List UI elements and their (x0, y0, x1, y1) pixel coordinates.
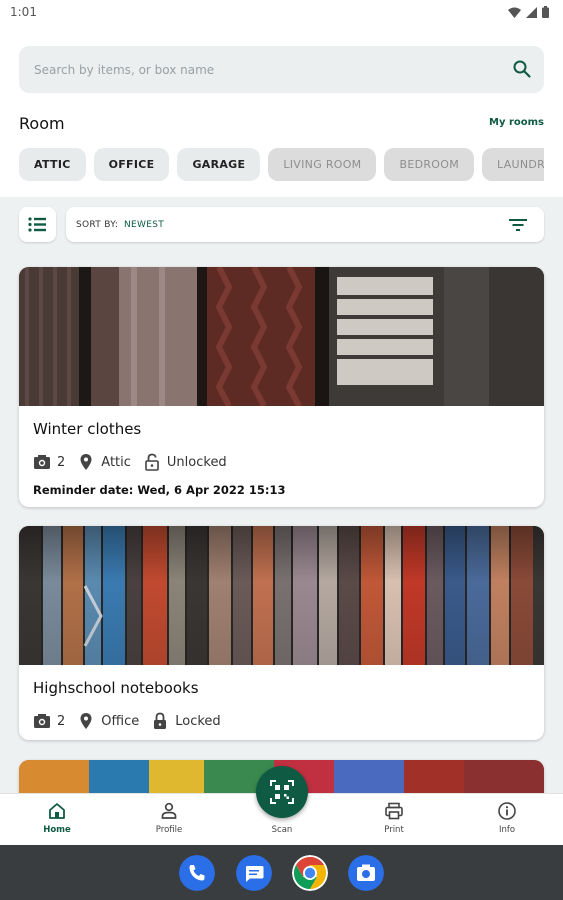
status-time: 1:01 (10, 5, 37, 19)
battery-icon (542, 6, 549, 18)
list-icon (28, 217, 46, 232)
box-title: Highschool notebooks (33, 679, 199, 697)
chip-office[interactable]: OFFICE (93, 148, 170, 181)
nav-info[interactable]: Info (477, 801, 537, 835)
sort-bar[interactable]: SORT BY: NEWEST (66, 207, 544, 242)
info-icon (498, 802, 516, 820)
nav-profile-label: Profile (155, 825, 183, 835)
chip-bedroom[interactable]: BEDROOM (384, 148, 475, 181)
notebooks-photo (19, 526, 544, 665)
locked-icon (154, 712, 167, 729)
chrome-app-icon[interactable] (292, 855, 328, 891)
person-icon (161, 802, 177, 819)
box-meta: 2 Attic Unlocked (33, 453, 239, 471)
messages-app-icon[interactable] (236, 855, 272, 891)
phone-app-icon[interactable] (179, 855, 215, 891)
printer-icon (385, 802, 403, 820)
search-placeholder: Search by items, or box name (34, 63, 215, 77)
nav-scan-label: Scan (271, 825, 293, 835)
filter-icon[interactable] (508, 216, 528, 234)
box-meta: 2 Office Locked (33, 712, 233, 730)
photo-count: 2 (57, 713, 66, 729)
location-pin-icon (80, 713, 92, 729)
box-room: Attic (101, 454, 131, 470)
room-section-title: Room (19, 114, 65, 133)
location-pin-icon (80, 454, 92, 470)
chip-living-room[interactable]: LIVING ROOM (268, 148, 377, 181)
search-icon[interactable] (512, 59, 532, 79)
box-list-area: SORT BY: NEWEST Winter clothes 2 Attic U… (0, 197, 563, 793)
wifi-icon (508, 7, 521, 18)
lock-state: Unlocked (166, 454, 227, 470)
chip-attic[interactable]: ATTIC (19, 148, 86, 181)
home-icon (49, 803, 65, 819)
nav-profile[interactable]: Profile (139, 801, 199, 835)
room-chips: ATTIC OFFICE GARAGE LIVING ROOM BEDROOM LAUND… (19, 148, 544, 182)
status-icons (508, 6, 549, 18)
box-room: Office (101, 713, 140, 729)
status-bar: 1:01 (0, 0, 563, 26)
signal-icon (526, 6, 537, 18)
nav-home[interactable]: Home (27, 801, 87, 835)
nav-home-label: Home (43, 825, 71, 835)
winter-clothes-photo (19, 267, 544, 406)
camera-icon (34, 455, 50, 469)
photo-count: 2 (57, 454, 66, 470)
camera-app-icon[interactable] (348, 855, 384, 891)
chip-laundry-room[interactable]: LAUNDRY ROOM (482, 148, 544, 181)
search-input[interactable]: Search by items, or box name (19, 46, 544, 93)
my-rooms-link[interactable]: My rooms (489, 117, 544, 128)
system-dock (0, 845, 563, 900)
box-card[interactable]: Highschool notebooks 2 Office Locked (19, 526, 544, 740)
box-title: Winter clothes (33, 420, 142, 438)
chip-garage[interactable]: GARAGE (177, 148, 261, 181)
nav-print[interactable]: Print (364, 801, 424, 835)
scan-button[interactable] (256, 766, 308, 818)
lock-state: Locked (175, 713, 221, 729)
camera-icon (34, 714, 50, 728)
unlocked-icon (145, 453, 159, 471)
nav-info-label: Info (498, 825, 516, 835)
reminder-date: Reminder date: Wed, 6 Apr 2022 15:13 (33, 483, 286, 497)
view-toggle-button[interactable] (19, 207, 56, 242)
box-card[interactable]: Winter clothes 2 Attic Unlocked Reminder… (19, 267, 544, 507)
sort-label: SORT BY: (76, 220, 119, 230)
sort-value[interactable]: NEWEST (124, 220, 164, 230)
nav-print-label: Print (384, 825, 404, 835)
qr-scan-icon (270, 780, 294, 804)
